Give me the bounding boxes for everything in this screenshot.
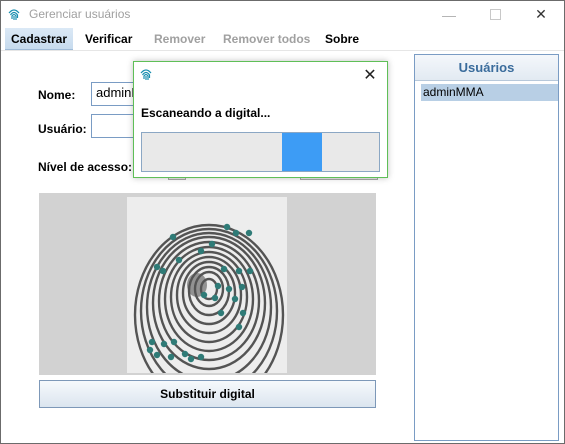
maximize-icon — [489, 9, 501, 20]
maximize-button[interactable] — [472, 1, 518, 28]
minimize-button[interactable]: — — [426, 1, 472, 28]
progress-bar-fill — [282, 133, 322, 171]
scanning-dialog: ✕ Escaneando a digital... — [133, 61, 388, 178]
fingerprint-icon — [140, 69, 152, 80]
usuario-label: Usuário: — [38, 122, 87, 136]
menu-cadastrar[interactable]: Cadastrar — [5, 28, 74, 50]
users-panel-title: Usuários — [415, 55, 558, 81]
main-window: Gerenciar usuários — ✕ Cadastrar Verific… — [0, 0, 565, 444]
close-window-button[interactable]: ✕ — [518, 1, 564, 28]
nivel-acesso-label: Nível de acesso: — [38, 160, 133, 174]
user-list-item[interactable]: adminMMA — [421, 84, 558, 101]
menu-remover-todos[interactable]: Remover todos — [217, 28, 316, 50]
dialog-close-button[interactable]: ✕ — [359, 64, 381, 86]
window-title: Gerenciar usuários — [29, 7, 131, 21]
menu-verificar[interactable]: Verificar — [79, 28, 138, 50]
fingerprint-icon — [8, 9, 20, 20]
title-bar[interactable]: Gerenciar usuários — ✕ — [1, 1, 564, 28]
menu-bar: Cadastrar Verificar Remover Remover todo… — [1, 28, 564, 51]
close-icon: ✕ — [363, 67, 377, 84]
scan-progress-bar — [141, 132, 380, 172]
minimize-icon: — — [442, 6, 456, 23]
dialog-message: Escaneando a digital... — [141, 106, 271, 120]
substituir-digital-button[interactable]: Substituir digital — [39, 380, 376, 408]
fingerprint-image — [127, 197, 287, 373]
close-icon: ✕ — [535, 6, 547, 22]
nome-label: Nome: — [38, 88, 76, 102]
users-panel: Usuários adminMMA — [414, 54, 559, 441]
menu-remover[interactable]: Remover — [148, 28, 211, 50]
menu-sobre[interactable]: Sobre — [319, 28, 365, 50]
